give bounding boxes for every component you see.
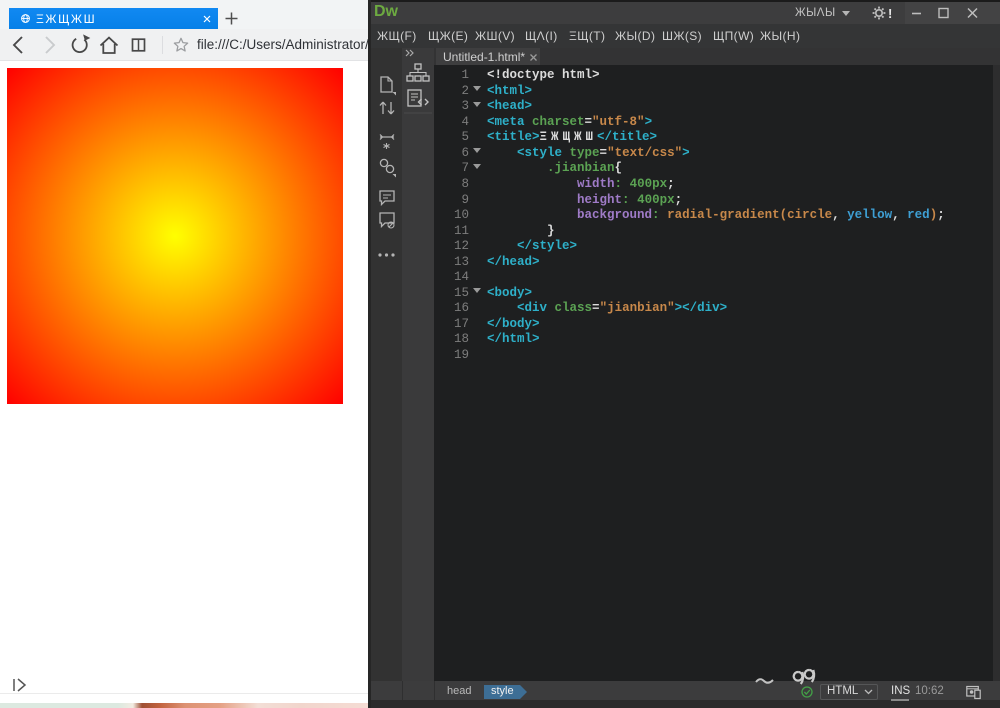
svg-text:!: !	[888, 6, 892, 21]
